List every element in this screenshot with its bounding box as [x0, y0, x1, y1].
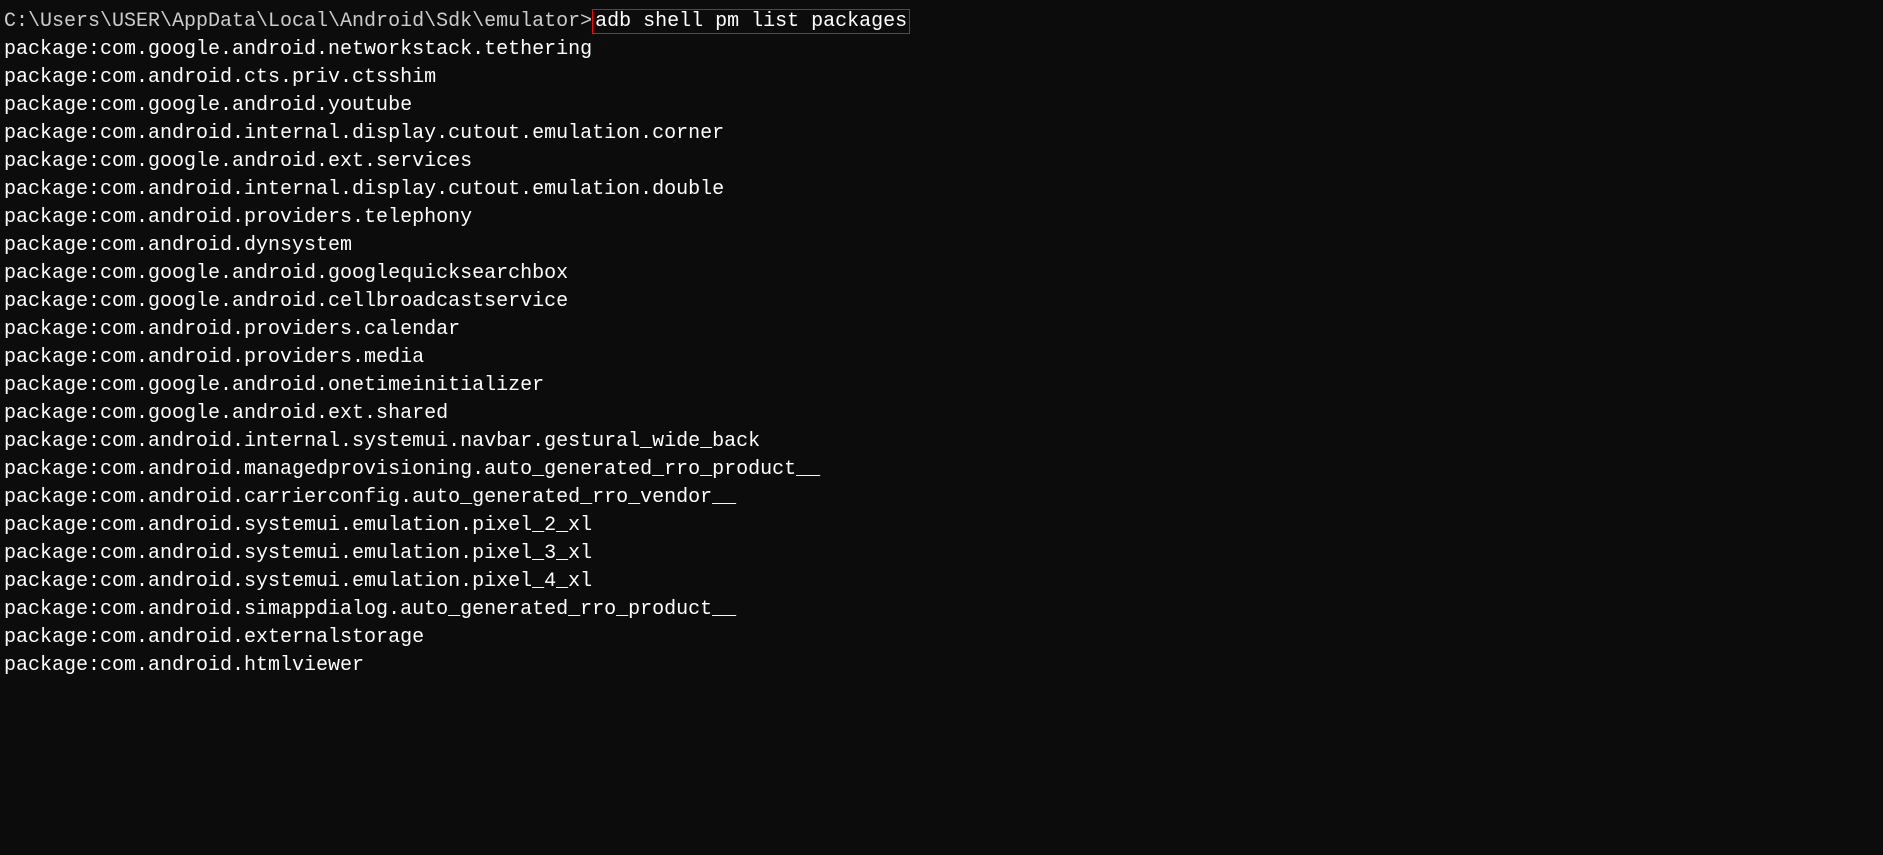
package-output-line: package:com.google.android.networkstack.…: [4, 36, 1879, 64]
package-output-line: package:com.android.internal.systemui.na…: [4, 428, 1879, 456]
package-output-line: package:com.android.simappdialog.auto_ge…: [4, 596, 1879, 624]
package-output-line: package:com.android.providers.telephony: [4, 204, 1879, 232]
package-output-line: package:com.google.android.youtube: [4, 92, 1879, 120]
package-output-line: package:com.android.systemui.emulation.p…: [4, 512, 1879, 540]
package-output-line: package:com.android.managedprovisioning.…: [4, 456, 1879, 484]
output-container: package:com.google.android.networkstack.…: [4, 36, 1879, 680]
package-output-line: package:com.google.android.ext.services: [4, 148, 1879, 176]
package-output-line: package:com.google.android.ext.shared: [4, 400, 1879, 428]
package-output-line: package:com.android.cts.priv.ctsshim: [4, 64, 1879, 92]
package-output-line: package:com.google.android.googlequickse…: [4, 260, 1879, 288]
package-output-line: package:com.android.htmlviewer: [4, 652, 1879, 680]
package-output-line: package:com.google.android.onetimeinitia…: [4, 372, 1879, 400]
prompt-path: C:\Users\USER\AppData\Local\Android\Sdk\…: [4, 10, 592, 33]
command-prompt-line: C:\Users\USER\AppData\Local\Android\Sdk\…: [4, 8, 1879, 36]
terminal-window[interactable]: C:\Users\USER\AppData\Local\Android\Sdk\…: [0, 0, 1883, 688]
package-output-line: package:com.google.android.cellbroadcast…: [4, 288, 1879, 316]
package-output-line: package:com.android.carrierconfig.auto_g…: [4, 484, 1879, 512]
package-output-line: package:com.android.internal.display.cut…: [4, 176, 1879, 204]
package-output-line: package:com.android.externalstorage: [4, 624, 1879, 652]
package-output-line: package:com.android.internal.display.cut…: [4, 120, 1879, 148]
package-output-line: package:com.android.providers.calendar: [4, 316, 1879, 344]
command-highlighted: adb shell pm list packages: [592, 9, 910, 34]
package-output-line: package:com.android.systemui.emulation.p…: [4, 540, 1879, 568]
package-output-line: package:com.android.systemui.emulation.p…: [4, 568, 1879, 596]
package-output-line: package:com.android.providers.media: [4, 344, 1879, 372]
package-output-line: package:com.android.dynsystem: [4, 232, 1879, 260]
